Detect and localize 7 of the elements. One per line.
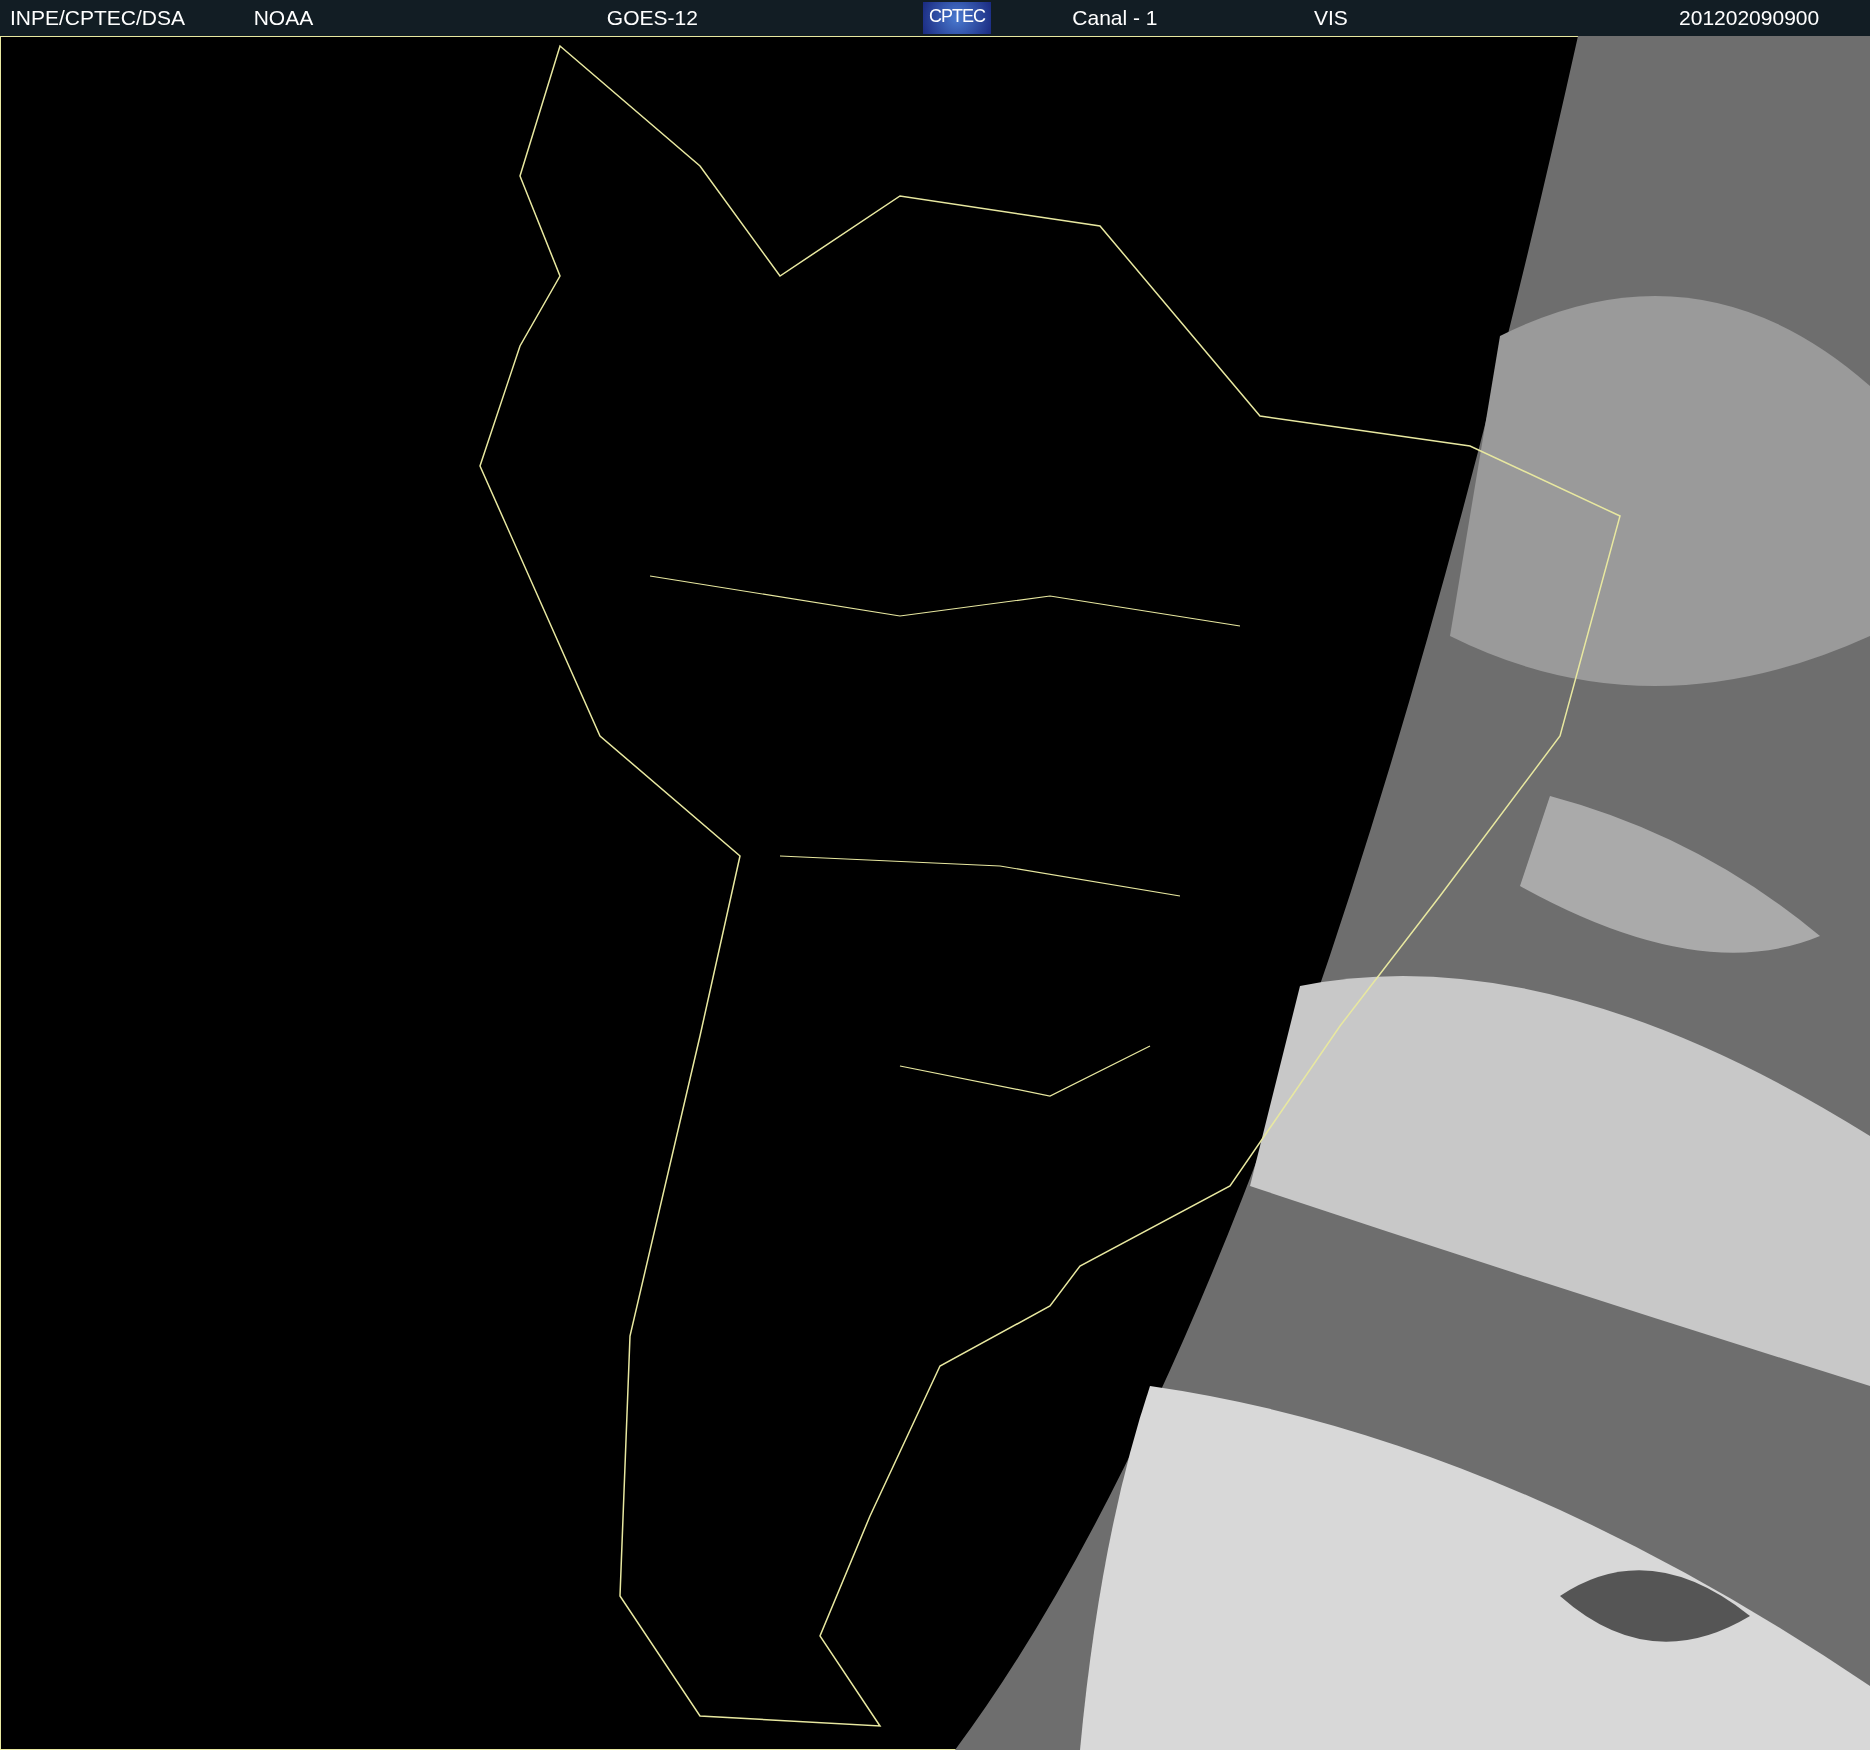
logo: CPTEC [923, 2, 992, 34]
header-text: 201202090900 [1679, 6, 1820, 30]
header-text: INPE/CPTEC/DSA [10, 6, 186, 30]
header-text: Canal - 1 [1072, 6, 1158, 30]
header-text: GOES-12 [606, 6, 698, 30]
header-text: VIS [1314, 6, 1348, 30]
header-text: NOAA [253, 6, 314, 30]
